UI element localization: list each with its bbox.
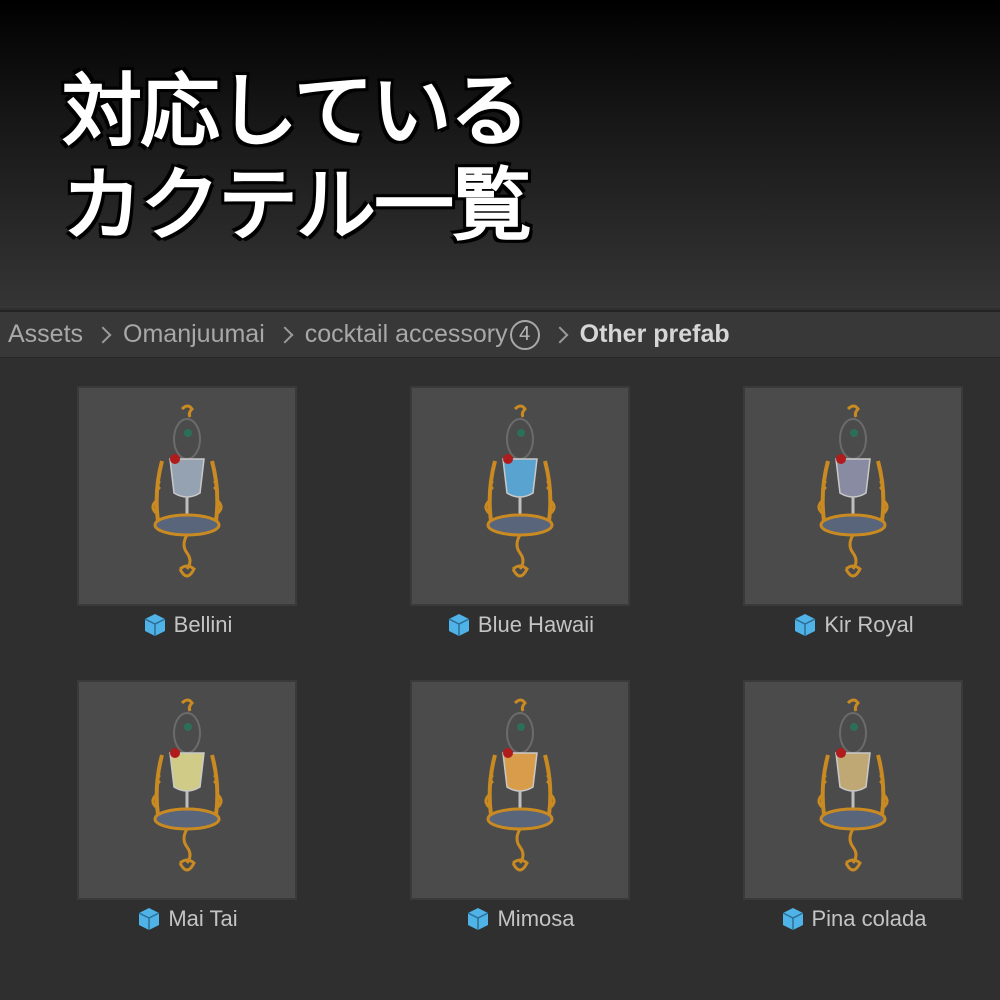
breadcrumb-other-prefab[interactable]: Other prefab	[580, 320, 730, 349]
chevron-right-icon	[94, 326, 112, 343]
prefab-cube-icon	[144, 614, 165, 636]
asset-tile-bellini[interactable]: Bellini	[77, 386, 297, 637]
asset-name: Bellini	[173, 612, 233, 637]
asset-thumbnail[interactable]	[77, 680, 297, 900]
asset-name: Kir Royal	[824, 612, 914, 637]
cocktail-stand-preview	[817, 698, 889, 872]
asset-tile-mai-tai[interactable]: Mai Tai	[77, 680, 297, 931]
asset-thumbnail[interactable]	[410, 386, 630, 606]
asset-label[interactable]: Kir Royal	[743, 612, 963, 638]
asset-tile-kir-royal[interactable]: Kir Royal	[743, 386, 963, 637]
asset-thumbnail[interactable]	[743, 680, 963, 900]
chevron-right-icon	[276, 326, 294, 343]
prefab-cube-icon	[795, 614, 816, 636]
asset-tile-blue-hawaii[interactable]: Blue Hawaii	[410, 386, 630, 637]
prefab-cube-icon	[782, 908, 803, 930]
breadcrumb: Assets Omanjuumai cocktail accessory 4 O…	[0, 310, 1000, 358]
asset-label[interactable]: Blue Hawaii	[410, 612, 630, 638]
cocktail-stand-preview	[151, 698, 223, 872]
asset-name: Mimosa	[497, 906, 575, 931]
headline-line-2: カクテル一覧	[62, 159, 532, 252]
breadcrumb-assets[interactable]: Assets	[8, 320, 83, 349]
chevron-right-icon	[551, 326, 569, 343]
folder-count-badge: 4	[509, 319, 540, 350]
cocktail-stand-preview	[484, 404, 556, 578]
prefab-cube-icon	[468, 908, 489, 930]
headline-line-1: 対応している	[62, 65, 530, 158]
cocktail-stand-preview	[817, 404, 889, 578]
asset-grid: Bellini Blue Hawaii Kir Royal Mai Tai Mimosa…	[0, 358, 1000, 1000]
cocktail-stand-preview	[484, 698, 556, 872]
asset-name: Blue Hawaii	[477, 612, 595, 637]
asset-label[interactable]: Mai Tai	[77, 906, 297, 932]
breadcrumb-cocktail-accessory[interactable]: cocktail accessory	[305, 320, 508, 349]
asset-thumbnail[interactable]	[743, 386, 963, 606]
breadcrumb-omanjuumai[interactable]: Omanjuumai	[123, 320, 265, 349]
asset-tile-pina-colada[interactable]: Pina colada	[743, 680, 963, 931]
asset-label[interactable]: Bellini	[77, 612, 297, 638]
asset-label[interactable]: Pina colada	[743, 906, 963, 932]
cocktail-stand-preview	[151, 404, 223, 578]
prefab-cube-icon	[139, 908, 160, 930]
asset-name: Pina colada	[811, 906, 927, 931]
asset-name: Mai Tai	[168, 906, 238, 931]
asset-thumbnail[interactable]	[410, 680, 630, 900]
asset-label[interactable]: Mimosa	[410, 906, 630, 932]
asset-tile-mimosa[interactable]: Mimosa	[410, 680, 630, 931]
promo-banner: ✦ 対応している カクテル一覧	[0, 0, 1000, 308]
prefab-cube-icon	[448, 614, 470, 636]
asset-thumbnail[interactable]	[77, 386, 297, 606]
